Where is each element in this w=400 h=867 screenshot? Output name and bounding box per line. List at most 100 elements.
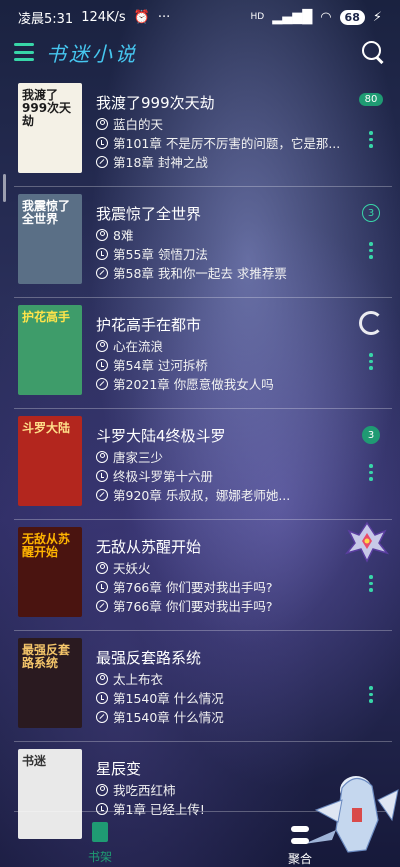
book-title: 最强反套路系统 xyxy=(96,649,202,667)
book-read-line: 第920章 乐叔叔，娜娜老师她... xyxy=(96,485,356,504)
book-latest-chapter: 第55章 领悟刀法 xyxy=(113,247,208,262)
author-icon xyxy=(96,450,108,463)
book-cover-image[interactable]: 我渡了999次天劫 xyxy=(18,83,82,173)
book-author-line: 天妖火 xyxy=(96,558,356,577)
book-read-chapter: 第2021章 你愿意做我女人吗 xyxy=(113,377,274,392)
edit-icon xyxy=(96,710,108,723)
loading-spinner-icon xyxy=(359,311,383,335)
nav-aggregate[interactable]: 聚合 xyxy=(200,820,400,867)
book-latest-chapter: 第1540章 什么情况 xyxy=(113,691,224,706)
aggregate-icon xyxy=(291,826,309,844)
book-title: 护花高手在都市 xyxy=(96,316,202,334)
author-icon xyxy=(96,672,108,685)
nav-aggregate-label: 聚合 xyxy=(287,852,312,866)
edit-icon xyxy=(96,488,108,501)
nav-bookshelf[interactable]: 书架 xyxy=(0,820,200,867)
unread-count-badge: 3 xyxy=(362,426,380,444)
book-cover-image[interactable]: 最强反套路系统 xyxy=(18,638,82,728)
alarm-icon: ⏰ xyxy=(133,9,150,25)
book-author-line: 8难 xyxy=(96,225,356,244)
book-author-line: 唐家三少 xyxy=(96,447,356,466)
clock-icon xyxy=(96,469,108,482)
book-list: 我渡了999次天劫 我渡了999次天劫 蓝白的天 第101章 不是厉不厉害的问题… xyxy=(0,76,400,839)
book-row[interactable]: 无敌从苏醒开始 无敌从苏醒开始 天妖火 第766章 你们要对我出手吗? 第766… xyxy=(0,520,400,631)
more-options-icon[interactable] xyxy=(369,131,373,148)
nav-bookshelf-label: 书架 xyxy=(87,850,112,864)
book-latest-line: 第54章 过河拆桥 xyxy=(96,355,356,374)
book-title: 我渡了999次天劫 xyxy=(96,94,215,112)
book-row[interactable]: 我渡了999次天劫 我渡了999次天劫 蓝白的天 第101章 不是厉不厉害的问题… xyxy=(0,76,400,187)
cover-title-text: 护花高手 xyxy=(22,310,71,324)
author-icon xyxy=(96,339,108,352)
clock-icon xyxy=(96,358,108,371)
more-options-icon[interactable] xyxy=(369,464,373,481)
book-author: 太上布衣 xyxy=(113,672,164,687)
more-options-icon[interactable] xyxy=(369,353,373,370)
book-cover-image[interactable]: 我震惊了全世界 xyxy=(18,194,82,284)
book-read-chapter: 第58章 我和你一起去 求推荐票 xyxy=(113,266,287,281)
book-info: 我渡了999次天劫 蓝白的天 第101章 不是厉不厉害的问题，它是那... 第1… xyxy=(96,83,356,171)
book-author: 唐家三少 xyxy=(113,450,164,465)
book-latest-line: 终极斗罗第十六册 xyxy=(96,466,356,485)
author-icon xyxy=(96,783,108,796)
signal-icon: ▂▄▆█ xyxy=(272,9,313,25)
book-author: 8难 xyxy=(113,228,134,243)
book-latest-chapter: 第1章 已经上传! xyxy=(113,802,205,817)
book-latest-line: 第55章 领悟刀法 xyxy=(96,244,356,263)
book-actions xyxy=(356,305,386,405)
more-options-icon[interactable] xyxy=(369,575,373,592)
clock-icon xyxy=(96,247,108,260)
book-row[interactable]: 斗罗大陆 斗罗大陆4终极斗罗 唐家三少 终极斗罗第十六册 第920章 乐叔叔，娜… xyxy=(0,409,400,520)
book-latest-chapter: 第101章 不是厉不厉害的问题，它是那... xyxy=(113,136,341,151)
book-cover-image[interactable]: 无敌从苏醒开始 xyxy=(18,527,82,617)
book-actions: 80 xyxy=(356,83,386,183)
book-title: 无敌从苏醒开始 xyxy=(96,538,202,556)
app-bar: 书迷小说 xyxy=(0,34,400,70)
more-options-icon[interactable] xyxy=(369,242,373,259)
clock-icon xyxy=(96,691,108,704)
book-latest-line: 第1540章 什么情况 xyxy=(96,688,356,707)
book-author: 天妖火 xyxy=(113,561,151,576)
book-cover-image[interactable]: 护花高手 xyxy=(18,305,82,395)
cover-title-text: 我渡了999次天劫 xyxy=(22,88,72,129)
book-info: 护花高手在都市 心在流浪 第54章 过河拆桥 第2021章 你愿意做我女人吗 xyxy=(96,305,356,393)
search-icon[interactable] xyxy=(360,39,386,65)
book-read-chapter: 第18章 封神之战 xyxy=(113,155,208,170)
book-title: 斗罗大陆4终极斗罗 xyxy=(96,427,226,445)
book-read-line: 第2021章 你愿意做我女人吗 xyxy=(96,374,356,393)
author-icon xyxy=(96,561,108,574)
edit-icon xyxy=(96,599,108,612)
book-title: 我震惊了全世界 xyxy=(96,205,202,223)
cover-title-text: 无敌从苏醒开始 xyxy=(22,532,71,560)
book-info: 无敌从苏醒开始 天妖火 第766章 你们要对我出手吗? 第766章 你们要对我出… xyxy=(96,527,356,615)
status-time: 凌晨5:31 xyxy=(18,11,74,27)
charging-icon: ⚡ xyxy=(372,9,382,25)
clock-icon xyxy=(96,802,108,815)
menu-icon[interactable] xyxy=(14,43,34,61)
author-icon xyxy=(96,228,108,241)
book-row[interactable]: 我震惊了全世界 我震惊了全世界 8难 第55章 领悟刀法 第58章 我和你一起去… xyxy=(0,187,400,298)
edit-icon xyxy=(96,155,108,168)
battery-badge: 68 xyxy=(339,9,365,25)
bookshelf-icon xyxy=(92,822,108,842)
status-bar: 凌晨5:31 124K/s ⏰ ··· HD ▂▄▆█ ◠ 68 ⚡ xyxy=(0,0,400,34)
book-author: 心在流浪 xyxy=(113,339,164,354)
book-row[interactable]: 最强反套路系统 最强反套路系统 太上布衣 第1540章 什么情况 第1540章 … xyxy=(0,631,400,742)
network-speed: 124K/s xyxy=(81,9,126,25)
book-actions xyxy=(356,638,386,738)
cover-title-text: 斗罗大陆 xyxy=(22,421,71,435)
cover-title-text: 我震惊了全世界 xyxy=(22,199,71,227)
unread-count-badge: 80 xyxy=(358,93,384,106)
more-options-icon[interactable] xyxy=(369,686,373,703)
book-row[interactable]: 护花高手 护花高手在都市 心在流浪 第54章 过河拆桥 第2021章 你愿意做我… xyxy=(0,298,400,409)
edit-icon xyxy=(96,266,108,279)
book-latest-line: 第766章 你们要对我出手吗? xyxy=(96,577,356,596)
book-author-line: 蓝白的天 xyxy=(96,114,356,133)
book-cover-image[interactable]: 斗罗大陆 xyxy=(18,416,82,506)
book-author-line: 太上布衣 xyxy=(96,669,356,688)
book-info: 最强反套路系统 太上布衣 第1540章 什么情况 第1540章 什么情况 xyxy=(96,638,356,726)
book-read-line: 第18章 封神之战 xyxy=(96,152,356,171)
book-actions: 3 xyxy=(356,194,386,294)
author-icon xyxy=(96,117,108,130)
wifi-icon: ◠ xyxy=(320,9,332,25)
